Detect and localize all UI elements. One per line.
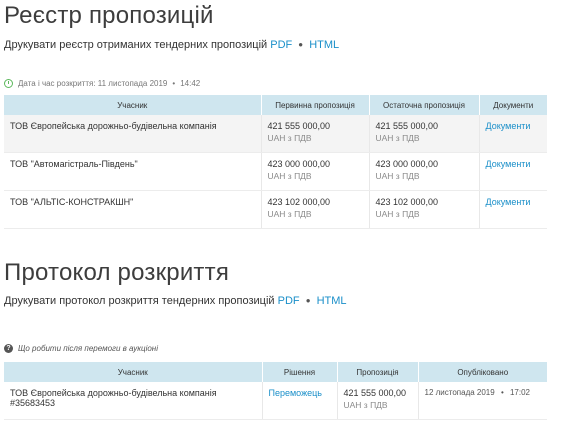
opening-date-line: Дата і час розкриття: 11 листопада 2019 … xyxy=(4,79,200,88)
table-row: ТОВ Європейська дорожньо-будівельна комп… xyxy=(4,382,547,420)
documents-link[interactable]: Документи xyxy=(486,121,531,131)
initial-amount: 423 102 000,00 xyxy=(267,197,331,207)
col-participant: Учасник xyxy=(4,362,263,382)
opening-time: 14:42 xyxy=(180,79,201,88)
initial-amount: 421 555 000,00 xyxy=(267,121,331,131)
offer-currency: UAH з ПДВ xyxy=(343,400,388,410)
initial-currency: UAH з ПДВ xyxy=(267,171,312,181)
registry-html-link[interactable]: HTML xyxy=(309,39,339,51)
table-row: ТОВ Європейська дорожньо-будівельна комп… xyxy=(4,115,547,153)
initial-offer-cell: 421 555 000,00 UAH з ПДВ xyxy=(261,115,370,153)
protocol-table: Учасник Рішення Пропозиція Опубліковано … xyxy=(4,362,547,420)
offer-amount: 421 555 000,00 xyxy=(343,388,407,398)
participant-name: ТОВ "АЛЬТІС-КОНСТРАКШН" xyxy=(4,190,262,229)
initial-currency: UAH з ПДВ xyxy=(267,209,312,219)
documents-cell: Документи xyxy=(479,115,547,153)
participant-name: ТОВ Європейська дорожньо-будівельна комп… xyxy=(4,115,262,153)
final-amount: 423 000 000,00 xyxy=(375,159,439,169)
initial-offer-cell: 423 000 000,00 UAH з ПДВ xyxy=(261,152,370,191)
registry-pdf-link[interactable]: PDF xyxy=(270,39,292,51)
final-currency: UAH з ПДВ xyxy=(375,209,420,219)
table-header-row: Учасник Рішення Пропозиція Опубліковано xyxy=(4,362,547,382)
col-initial-offer: Первинна пропозиція xyxy=(261,95,370,115)
decision-link[interactable]: Переможець xyxy=(269,388,322,398)
documents-cell: Документи xyxy=(479,190,547,229)
final-offer-cell: 421 555 000,00 UAH з ПДВ xyxy=(369,115,480,153)
col-final-offer: Остаточна пропозиція xyxy=(369,95,480,115)
registry-print-text: Друкувати реєстр отриманих тендерних про… xyxy=(4,39,268,51)
col-published: Опубліковано xyxy=(418,362,547,382)
initial-amount: 423 000 000,00 xyxy=(267,159,331,169)
separator-dot: ● xyxy=(298,40,304,49)
published-cell: 12 листопада 2019 • 17:02 xyxy=(418,382,547,420)
documents-cell: Документи xyxy=(479,152,547,191)
col-decision: Рішення xyxy=(262,362,338,382)
published-date: 12 листопада 2019 xyxy=(424,388,495,397)
documents-link[interactable]: Документи xyxy=(486,159,531,169)
published-time: 17:02 xyxy=(509,388,531,397)
registry-title: Реєстр пропозицій xyxy=(4,2,214,29)
help-line[interactable]: ? Що робити після перемоги в аукціоні xyxy=(4,344,158,353)
help-text[interactable]: Що робити після перемоги в аукціоні xyxy=(18,344,158,353)
separator-dot: • xyxy=(172,79,176,88)
question-icon: ? xyxy=(4,344,13,353)
clock-icon xyxy=(4,79,13,88)
initial-offer-cell: 423 102 000,00 UAH з ПДВ xyxy=(261,190,370,229)
final-currency: UAH з ПДВ xyxy=(375,133,420,143)
separator-dot: ● xyxy=(305,296,311,305)
protocol-print-line: Друкувати протокол розкриття тендерних п… xyxy=(4,295,347,307)
col-participant: Учасник xyxy=(4,95,262,115)
protocol-title: Протокол розкриття xyxy=(4,259,230,286)
protocol-pdf-link[interactable]: PDF xyxy=(278,295,300,307)
col-offer: Пропозиція xyxy=(337,362,419,382)
final-offer-cell: 423 000 000,00 UAH з ПДВ xyxy=(369,152,480,191)
opening-date: Дата і час розкриття: 11 листопада 2019 xyxy=(18,79,168,88)
registry-table: Учасник Первинна пропозиція Остаточна пр… xyxy=(4,95,547,229)
participant-name: ТОВ "Автомагістраль-Південь" xyxy=(4,152,262,191)
final-amount: 421 555 000,00 xyxy=(375,121,439,131)
protocol-print-text: Друкувати протокол розкриття тендерних п… xyxy=(4,295,275,307)
participant-name: ТОВ Європейська дорожньо-будівельна комп… xyxy=(4,382,263,420)
initial-currency: UAH з ПДВ xyxy=(267,133,312,143)
protocol-html-link[interactable]: HTML xyxy=(317,295,347,307)
table-row: ТОВ "АЛЬТІС-КОНСТРАКШН" 423 102 000,00 UA… xyxy=(4,190,547,229)
col-documents: Документи xyxy=(479,95,547,115)
registry-print-line: Друкувати реєстр отриманих тендерних про… xyxy=(4,39,339,51)
table-row: ТОВ "Автомагістраль-Південь" 423 000 000… xyxy=(4,152,547,191)
decision-cell: Переможець xyxy=(262,382,338,420)
final-amount: 423 102 000,00 xyxy=(375,197,439,207)
final-offer-cell: 423 102 000,00 UAH з ПДВ xyxy=(369,190,480,229)
offer-cell: 421 555 000,00 UAH з ПДВ xyxy=(337,382,419,420)
table-header-row: Учасник Первинна пропозиція Остаточна пр… xyxy=(4,95,547,115)
final-currency: UAH з ПДВ xyxy=(375,171,420,181)
documents-link[interactable]: Документи xyxy=(486,197,531,207)
separator-dot: • xyxy=(500,388,504,397)
